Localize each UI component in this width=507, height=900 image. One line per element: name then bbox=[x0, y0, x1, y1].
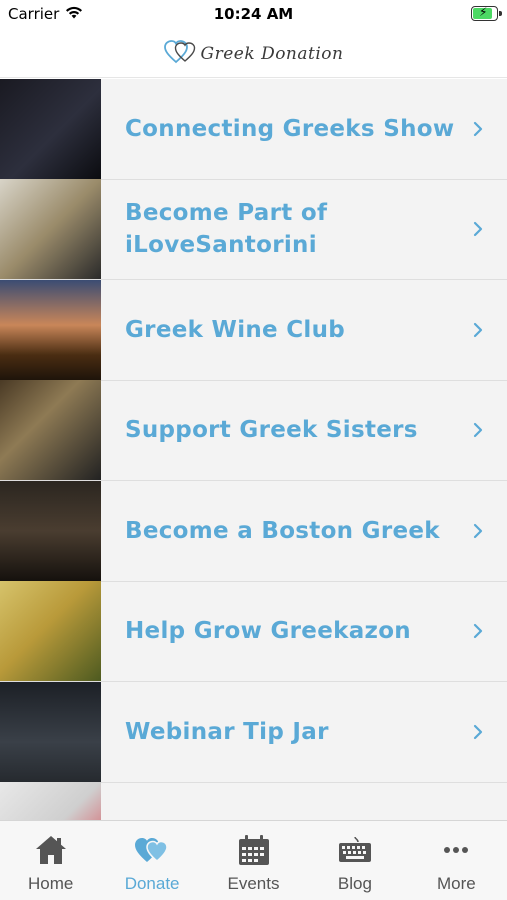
tab-label: Donate bbox=[124, 874, 180, 893]
item-thumbnail bbox=[0, 279, 101, 380]
tab-label: Events bbox=[227, 874, 280, 893]
donation-list[interactable]: Connecting Greeks Show Become Part of iL… bbox=[0, 79, 507, 820]
status-bar: Carrier 10:24 AM ⚡ bbox=[0, 0, 507, 30]
tab-label: More bbox=[436, 874, 476, 893]
item-label: Greek Wine Club bbox=[125, 316, 346, 343]
list-item-support-greek-sisters[interactable]: Support Greek Sisters bbox=[0, 380, 507, 481]
home-icon bbox=[34, 833, 68, 867]
heart-logo-icon bbox=[163, 39, 198, 68]
calendar-icon bbox=[238, 833, 270, 867]
logo-text: Greek Donation bbox=[200, 43, 344, 64]
item-thumbnail bbox=[0, 681, 101, 782]
tab-more[interactable]: More bbox=[406, 821, 507, 900]
chevron-right-icon bbox=[473, 121, 483, 141]
chevron-right-icon bbox=[473, 523, 483, 543]
chevron-right-icon bbox=[473, 623, 483, 643]
battery-icon: ⚡ bbox=[471, 5, 502, 21]
item-label: Connecting Greeks Show bbox=[125, 115, 455, 142]
item-thumbnail bbox=[0, 79, 101, 179]
item-label: Become a Boston Greek bbox=[125, 517, 440, 544]
tab-label: Blog bbox=[337, 874, 372, 893]
more-dots-icon bbox=[443, 833, 469, 867]
list-item-help-grow-greekazon[interactable]: Help Grow Greekazon bbox=[0, 581, 507, 682]
list-item-connecting-greeks-show[interactable]: Connecting Greeks Show bbox=[0, 79, 507, 180]
list-item-webinar-tip-jar[interactable]: Webinar Tip Jar bbox=[0, 681, 507, 783]
item-thumbnail bbox=[0, 480, 101, 581]
tab-bar: Home Donate Events Blog More bbox=[0, 820, 507, 900]
list-item-become-part-of-ilovesantorini[interactable]: Become Part of iLoveSantorini bbox=[0, 179, 507, 280]
list-item-partial[interactable] bbox=[0, 782, 507, 820]
list-item-greek-wine-club[interactable]: Greek Wine Club bbox=[0, 279, 507, 381]
app-logo: Greek Donation bbox=[163, 39, 344, 68]
item-thumbnail bbox=[0, 380, 101, 481]
tab-donate[interactable]: Donate bbox=[101, 821, 202, 900]
tab-events[interactable]: Events bbox=[203, 821, 304, 900]
chevron-right-icon bbox=[473, 724, 483, 744]
chevron-right-icon bbox=[473, 221, 483, 241]
tab-blog[interactable]: Blog bbox=[304, 821, 405, 900]
app-header: Greek Donation bbox=[0, 30, 507, 78]
chevron-right-icon bbox=[473, 322, 483, 342]
item-thumbnail bbox=[0, 179, 101, 280]
status-time: 10:24 AM bbox=[213, 5, 294, 23]
tab-label: Home bbox=[28, 874, 74, 893]
item-thumbnail bbox=[0, 581, 101, 682]
list-item-become-a-boston-greek[interactable]: Become a Boston Greek bbox=[0, 480, 507, 582]
item-thumbnail bbox=[0, 782, 101, 820]
keyboard-icon bbox=[338, 833, 372, 867]
tab-home[interactable]: Home bbox=[0, 821, 101, 900]
item-label: Become Part of iLoveSantorini bbox=[125, 200, 328, 259]
hearts-icon bbox=[134, 833, 170, 867]
chevron-right-icon bbox=[473, 422, 483, 442]
item-label: Support Greek Sisters bbox=[125, 417, 418, 444]
item-label: Help Grow Greekazon bbox=[125, 618, 411, 645]
item-label: Webinar Tip Jar bbox=[125, 718, 329, 745]
